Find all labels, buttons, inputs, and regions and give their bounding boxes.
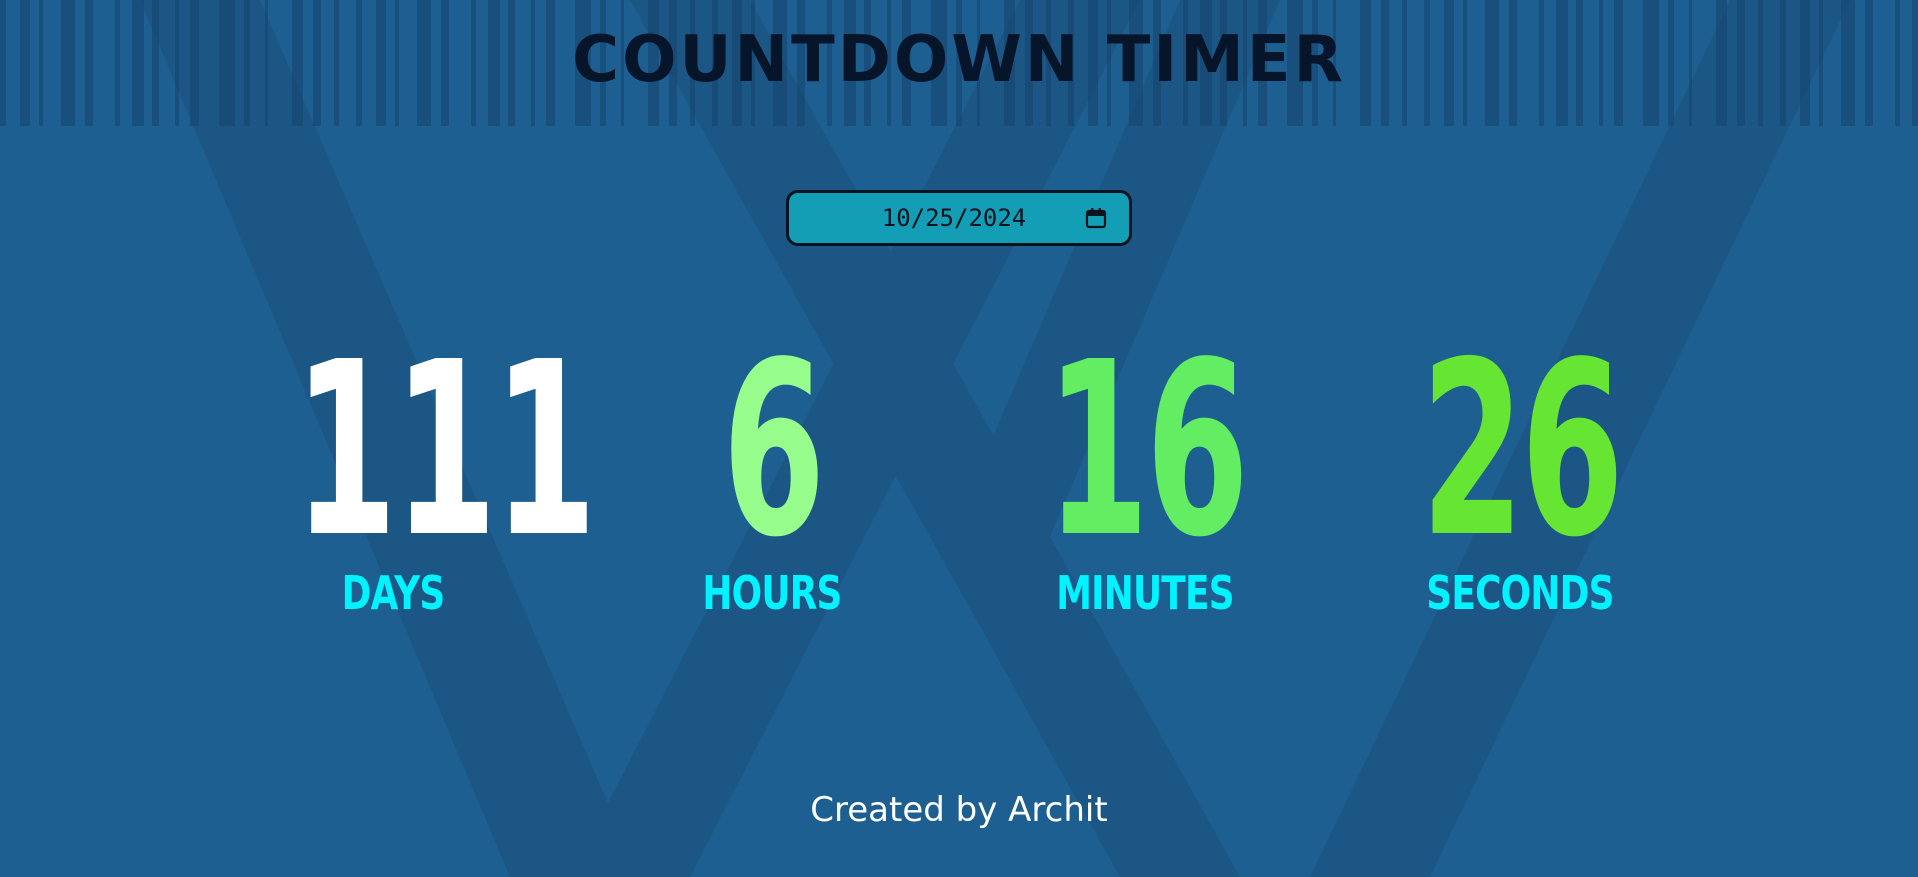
calendar-icon[interactable] xyxy=(1085,207,1107,229)
hours-label: HOURS xyxy=(702,566,842,620)
seconds-value: 26 xyxy=(1420,310,1624,590)
days-unit: 111 DAYS xyxy=(233,310,597,620)
days-value: 111 xyxy=(293,310,597,590)
date-input[interactable]: 10/25/2024 xyxy=(786,190,1132,246)
footer-credit: Created by Archit xyxy=(810,790,1108,830)
hours-value: 6 xyxy=(722,310,826,590)
days-label: DAYS xyxy=(341,566,446,620)
seconds-label: SECONDS xyxy=(1426,566,1614,620)
date-value: 10/25/2024 xyxy=(881,204,1027,232)
minutes-unit: 16 MINUTES xyxy=(985,310,1305,620)
page-title: COUNTDOWN TIMER xyxy=(572,23,1346,97)
hours-unit: 6 HOURS xyxy=(612,310,932,620)
minutes-value: 16 xyxy=(1045,310,1249,590)
minutes-label: MINUTES xyxy=(1056,566,1234,620)
seconds-unit: 26 SECONDS xyxy=(1360,310,1680,620)
